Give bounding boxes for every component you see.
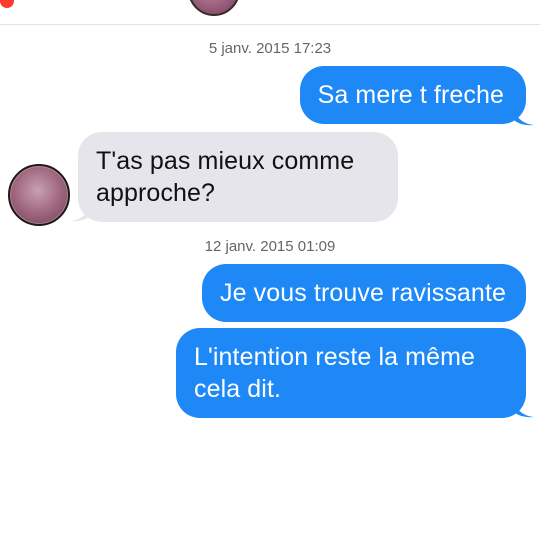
messages-screen: 5 janv. 2015 17:23 Sa mere t freche T'as… [0, 0, 540, 540]
bubble-tail-icon [512, 104, 534, 126]
bubble-tail-icon [70, 200, 92, 222]
header-avatar[interactable] [188, 0, 240, 16]
message-timestamp: 5 janv. 2015 17:23 [208, 40, 332, 57]
bubble-tail-icon [512, 396, 534, 418]
outgoing-message[interactable]: Je vous trouve ravissante [202, 264, 526, 322]
message-timestamp: 12 janv. 2015 01:09 [204, 238, 336, 255]
contact-avatar[interactable] [8, 164, 70, 226]
back-icon[interactable] [0, 0, 14, 8]
outgoing-message[interactable]: L'intention reste la même cela dit. [176, 328, 526, 418]
incoming-message[interactable]: T'as pas mieux comme approche? [78, 132, 398, 222]
conversation-header [0, 0, 540, 25]
outgoing-message[interactable]: Sa mere t freche [299, 66, 526, 124]
